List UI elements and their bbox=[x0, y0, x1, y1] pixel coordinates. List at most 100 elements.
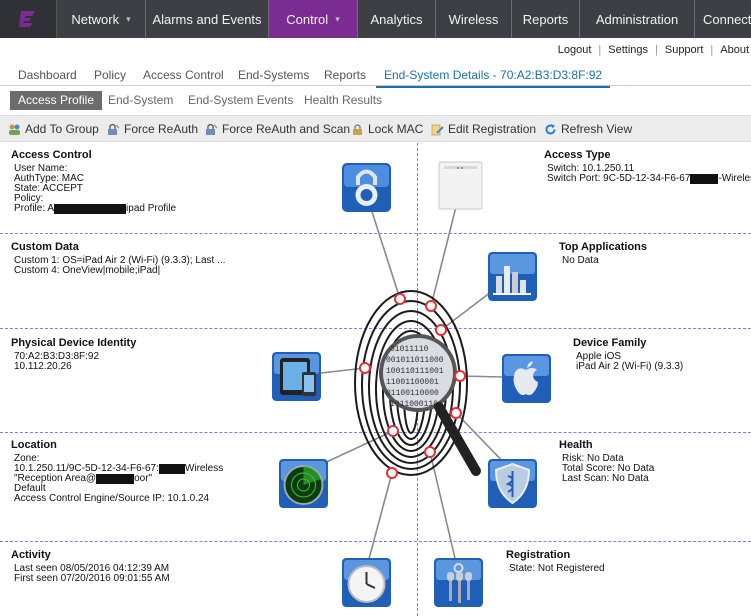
subtab-access-profile[interactable]: Access Profile bbox=[10, 91, 103, 110]
panel-title: Activity bbox=[11, 549, 51, 561]
graph-node[interactable] bbox=[454, 370, 466, 382]
tab-dashboard[interactable]: Dashboard bbox=[18, 68, 77, 82]
activity-panel: Activity Last seen 08/05/2016 04:12:39 A… bbox=[11, 550, 170, 584]
separator: | bbox=[655, 44, 658, 56]
graph-node[interactable] bbox=[387, 425, 399, 437]
nav-reports-label: Reports bbox=[522, 11, 569, 27]
refresh-view-button[interactable]: Refresh View bbox=[544, 122, 632, 136]
redaction bbox=[690, 174, 719, 184]
location-line2-suffix: oor" bbox=[134, 473, 153, 484]
svg-text:01011110: 01011110 bbox=[390, 345, 429, 354]
tab-access-control[interactable]: Access Control bbox=[143, 68, 224, 82]
graph-node[interactable] bbox=[435, 324, 447, 336]
graph-node[interactable] bbox=[394, 293, 406, 305]
health-shield-icon[interactable] bbox=[488, 459, 537, 508]
nav-control[interactable]: Control ▾ bbox=[269, 0, 358, 38]
tab-end-systems[interactable]: End-Systems bbox=[238, 68, 309, 82]
reauth-icon bbox=[108, 123, 120, 135]
bar-chart-icon[interactable] bbox=[488, 252, 537, 301]
force-reauth-scan-label: Force ReAuth and Scan bbox=[222, 122, 351, 136]
profile-prefix: Profile: A bbox=[14, 203, 55, 214]
graph-node[interactable] bbox=[386, 467, 398, 479]
nav-wireless[interactable]: Wireless bbox=[436, 0, 512, 38]
physical-identity-panel: Physical Device Identity 70:A2:B3:D3:8F:… bbox=[11, 338, 136, 372]
nav-control-label: Control bbox=[286, 11, 329, 27]
edit-registration-icon bbox=[431, 124, 444, 135]
svg-text:1011000110: 1011000110 bbox=[390, 400, 438, 409]
logout-link[interactable]: Logout bbox=[558, 44, 592, 58]
location-panel: Location Zone: 10.1.250.11/9C-5D-12-34-F… bbox=[11, 440, 223, 504]
separator: | bbox=[598, 44, 602, 56]
nav-administration-label: Administration bbox=[595, 11, 679, 27]
nav-connect-label: Connect bbox=[703, 11, 751, 27]
top-nav: Network ▾ Alarms and Events Control ▾ Anal… bbox=[0, 0, 751, 38]
panel-title: Top Applications bbox=[559, 241, 647, 253]
device-family-panel: Device Family Apple iOS iPad Air 2 (Wi-F… bbox=[573, 338, 683, 372]
add-group-icon bbox=[9, 124, 20, 135]
switch-port-prefix: Switch Port: 9C-5D-12-34-F6-67 bbox=[547, 173, 691, 184]
radar-icon[interactable] bbox=[279, 459, 328, 508]
nav-analytics[interactable]: Analytics bbox=[358, 0, 436, 38]
util-links: Logout | Settings | Support | About bbox=[558, 44, 749, 58]
graph-node[interactable] bbox=[359, 362, 371, 374]
support-link[interactable]: Support bbox=[665, 44, 704, 58]
model-value: iPad Air 2 (Wi-Fi) (9.3.3) bbox=[576, 361, 684, 372]
nav-administration[interactable]: Administration bbox=[580, 0, 695, 38]
redaction bbox=[54, 204, 127, 214]
graph-node[interactable] bbox=[450, 407, 462, 419]
edit-registration-button[interactable]: Edit Registration bbox=[431, 122, 536, 136]
panel-title: Registration bbox=[506, 549, 571, 561]
lock-mac-button[interactable]: Lock MAC bbox=[351, 122, 423, 136]
nav-reports[interactable]: Reports bbox=[512, 0, 580, 38]
force-reauth-scan-button[interactable]: Force ReAuth and Scan bbox=[205, 122, 350, 136]
add-to-group-label: Add To Group bbox=[25, 122, 99, 136]
refresh-icon bbox=[545, 123, 556, 134]
fingerprint-magnifier-icon: 01011110 001011011000 100110111001 11001… bbox=[354, 290, 481, 476]
nav-alarms-label: Alarms and Events bbox=[152, 11, 262, 27]
action-toolbar: Add To Group Force ReAuth Force ReAuth a… bbox=[0, 115, 751, 142]
lock-icon[interactable] bbox=[342, 163, 391, 212]
edit-registration-label: Edit Registration bbox=[448, 122, 537, 136]
profile-suffix: ipad Profile bbox=[126, 203, 177, 214]
add-to-group-button[interactable]: Add To Group bbox=[8, 122, 99, 136]
access-point-icon[interactable] bbox=[436, 161, 485, 210]
panel-title: Access Type bbox=[544, 149, 611, 161]
nav-wireless-label: Wireless bbox=[448, 11, 499, 27]
tab-end-system-details[interactable]: End-System Details - 70:A2:B3:D3:8F:92 bbox=[376, 68, 611, 88]
clock-icon[interactable] bbox=[342, 558, 391, 607]
switch-port-value: Switch Port: 9C-5D-12-34-F6-67 -Wireless bbox=[547, 174, 751, 184]
spoke-line bbox=[320, 367, 366, 374]
separator: | bbox=[710, 44, 714, 56]
force-reauth-button[interactable]: Force ReAuth bbox=[107, 122, 198, 136]
refresh-view-label: Refresh View bbox=[561, 122, 633, 136]
graph-node[interactable] bbox=[425, 300, 437, 312]
tab-reports[interactable]: Reports bbox=[324, 68, 366, 82]
svg-text:001011011000: 001011011000 bbox=[386, 356, 444, 365]
svg-text:100110111001: 100110111001 bbox=[386, 367, 444, 376]
apple-icon[interactable] bbox=[502, 354, 551, 403]
health-panel: Health Risk: No Data Total Score: No Dat… bbox=[559, 440, 654, 484]
ip-value: 10.112.20.26 bbox=[14, 361, 72, 372]
subtab-end-system[interactable]: End-System bbox=[108, 91, 173, 110]
settings-link[interactable]: Settings bbox=[608, 44, 648, 58]
subtab-end-system-events[interactable]: End-System Events bbox=[188, 91, 293, 110]
panel-title: Access Control bbox=[11, 149, 92, 161]
brand-logo[interactable] bbox=[0, 0, 57, 38]
access-type-panel: Access Type Switch: 10.1.250.11 Switch P… bbox=[544, 150, 751, 184]
nav-connect[interactable]: Connect bbox=[695, 0, 751, 38]
tab-policy[interactable]: Policy bbox=[94, 68, 126, 82]
chevron-down-icon: ▾ bbox=[335, 13, 340, 24]
location-line4: Access Control Engine/Source IP: 10.1.0.… bbox=[14, 493, 210, 504]
lock-mac-label: Lock MAC bbox=[368, 122, 424, 136]
access-control-panel: Access Control User Name: AuthType: MAC … bbox=[11, 150, 176, 214]
spoke-line bbox=[365, 472, 393, 571]
about-link[interactable]: About bbox=[720, 44, 749, 58]
graph-node[interactable] bbox=[424, 446, 436, 458]
location-line1-suffix: Wireless bbox=[184, 463, 224, 474]
keys-icon[interactable] bbox=[434, 558, 483, 607]
nav-network[interactable]: Network ▾ bbox=[57, 0, 146, 38]
ipad-devices-icon[interactable] bbox=[272, 352, 321, 401]
nav-alarms-events[interactable]: Alarms and Events bbox=[146, 0, 269, 38]
subtab-health-results[interactable]: Health Results bbox=[304, 91, 382, 110]
nav-analytics-label: Analytics bbox=[370, 11, 423, 27]
